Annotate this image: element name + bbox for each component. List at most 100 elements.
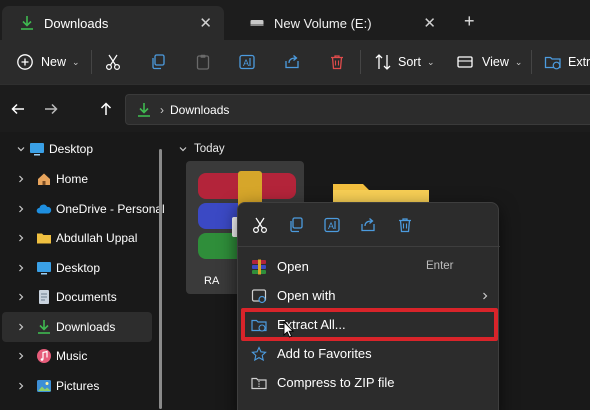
sort-button[interactable]: Sort ⌄ [374,40,434,84]
divider [360,50,361,74]
forward-button[interactable] [41,99,61,119]
menu-item-open[interactable]: Open Enter [240,253,496,281]
group-header-today[interactable]: Today [178,143,225,155]
context-menu: A Open Enter Open with Extract All... Ad… [237,202,500,410]
group-label: Today [194,143,225,155]
chevron-right-icon[interactable] [16,232,26,246]
chevron-right-icon[interactable] [16,380,26,394]
view-button[interactable]: View ⌄ [456,40,522,84]
menu-item-add-to-favorites[interactable]: Add to Favorites [240,340,496,368]
svg-text:A: A [328,221,334,231]
view-icon [457,56,473,68]
new-label: New [41,55,67,69]
sidebar-item-home[interactable]: Home [0,164,152,194]
tab-new-volume[interactable]: New Volume (E:) ✕ [232,6,448,40]
scissors-icon [105,54,121,71]
sidebar-scrollbar[interactable] [159,149,162,409]
winrar-icon [251,259,267,275]
menu-rename-button[interactable]: A [322,215,342,235]
sidebar-item-label: Home [56,172,89,186]
cloud-icon [36,201,52,217]
address-bar[interactable]: › Downloads [125,94,590,125]
menu-copy-button[interactable] [286,215,306,235]
chevron-right-icon[interactable] [16,321,26,335]
menu-divider [238,246,500,247]
download-icon [18,14,36,32]
chevron-down-icon: ⌄ [514,56,523,67]
menu-item-open-with[interactable]: Open with [240,282,496,310]
chevron-right-icon[interactable] [16,350,26,364]
sidebar-item-desktop-root[interactable]: Desktop [0,134,152,164]
chevron-down-icon[interactable] [16,143,26,157]
sidebar-item-abdullah-uppal[interactable]: Abdullah Uppal [0,223,152,253]
delete-button[interactable] [328,40,346,84]
sidebar-item-downloads[interactable]: Downloads [2,312,152,342]
rename-button[interactable]: A [238,40,256,84]
menu-delete-button[interactable] [395,215,415,235]
sidebar-item-label: Music [56,349,88,363]
breadcrumb-downloads[interactable]: Downloads [170,103,229,117]
copy-icon [290,217,303,233]
arrow-right-icon [45,103,58,115]
clipboard-icon [196,54,210,70]
home-icon [36,171,52,187]
sidebar-item-label: Desktop [56,261,101,275]
plus-circle-icon [17,54,33,70]
sidebar-item-desktop[interactable]: Desktop [0,253,152,283]
scissors-icon [252,217,268,234]
extract-folder-icon [544,56,561,70]
paste-button[interactable] [194,40,212,84]
menu-item-compress-zip[interactable]: Compress to ZIP file [240,369,496,397]
close-tab-icon[interactable]: ✕ [199,14,212,32]
chevron-down-icon: ⌄ [426,56,435,67]
menu-item-label: Open with [277,288,336,303]
divider [91,50,92,74]
sidebar-item-pictures[interactable]: Pictures [0,371,152,401]
close-tab-icon[interactable]: ✕ [423,14,436,32]
chevron-right-icon[interactable] [16,203,26,217]
menu-cut-button[interactable] [250,215,270,235]
pictures-icon [36,378,52,394]
extract-label: Extra [568,55,590,69]
navigation-pane: Desktop Home OneDrive - Personal Abdulla… [0,133,168,410]
trash-icon [399,218,411,233]
sort-icon [375,54,391,70]
copy-icon [152,54,165,70]
copy-button[interactable] [149,40,167,84]
menu-item-label: Add to Favorites [277,346,372,361]
chevron-right-icon[interactable] [16,262,26,276]
arrow-up-icon [100,102,112,115]
chevron-right-icon[interactable] [16,173,26,187]
sidebar-item-documents[interactable]: Documents [0,282,152,312]
folder-icon [36,230,52,246]
sort-label: Sort [398,55,421,69]
menu-share-button[interactable] [358,215,378,235]
chevron-down-icon: ⌄ [72,56,80,67]
tab-bar: Downloads ✕ New Volume (E:) ✕ + [0,0,590,40]
download-icon [36,319,52,335]
svg-text:A: A [243,58,249,68]
rename-icon: A [239,54,255,70]
tab-downloads[interactable]: Downloads ✕ [2,6,224,40]
view-label: View [482,55,509,69]
documents-icon [36,289,52,305]
sidebar-item-label: OneDrive - Personal [56,202,165,216]
cut-button[interactable] [104,40,122,84]
chevron-right-icon [480,289,490,304]
menu-item-label: Open [277,259,309,274]
navigation-bar: › Downloads [0,84,590,132]
chevron-right-icon[interactable] [16,291,26,305]
extract-all-button[interactable]: Extra [544,40,590,84]
drive-icon [248,14,266,32]
sidebar-item-music[interactable]: Music [0,341,152,371]
sidebar-item-label: Pictures [56,379,100,393]
share-button[interactable] [283,40,301,84]
new-button[interactable]: New ⌄ [16,40,80,84]
command-bar: New ⌄ A Sort ⌄ View ⌄ Extra [0,40,590,84]
up-button[interactable] [96,99,116,119]
music-icon [36,348,52,364]
tab-label: Downloads [44,15,109,31]
back-button[interactable] [8,99,28,119]
sidebar-item-onedrive[interactable]: OneDrive - Personal [0,194,165,224]
new-tab-button[interactable]: + [464,11,475,32]
